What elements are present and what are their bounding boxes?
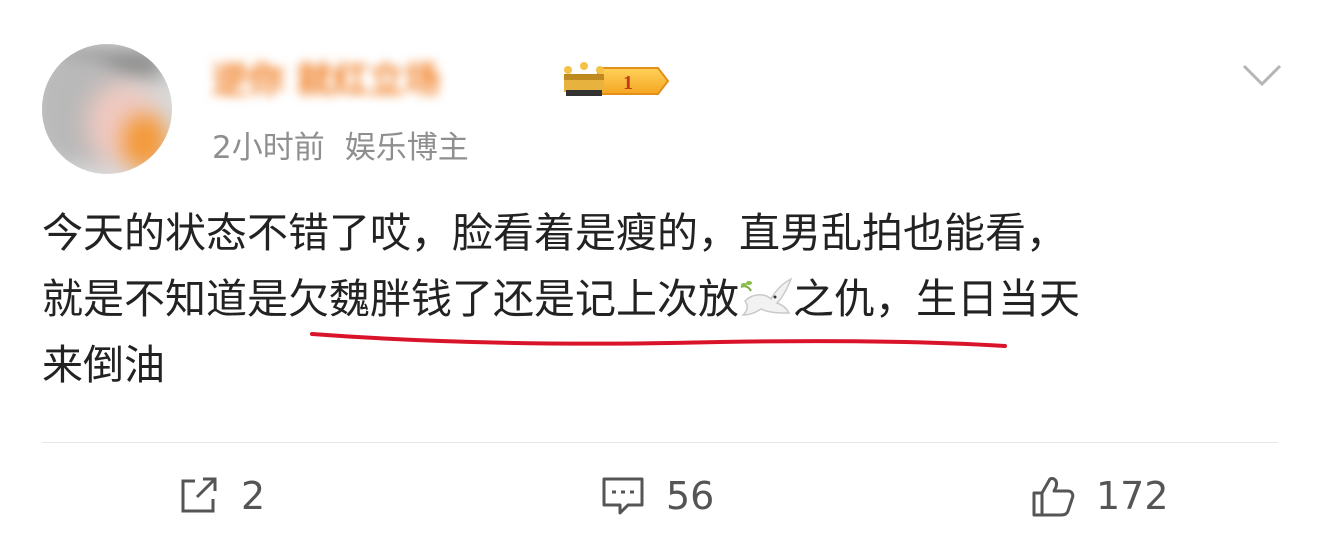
red-annotation-underline <box>310 332 1007 348</box>
comment-count: 56 <box>666 474 715 518</box>
post-time: 2小时前 <box>212 130 325 166</box>
post-content: 今天的状态不错了哎，脸看着是瘦的，直男乱拍也能看， 就是不知道是欠魏胖钱了还是记… <box>42 200 1282 398</box>
dove-emoji-icon <box>740 277 793 316</box>
post-meta: 2小时前 娱乐博主 <box>212 128 469 168</box>
repost-button[interactable]: 2 <box>175 470 265 522</box>
username[interactable]: 逆你 就红立场 <box>212 58 552 104</box>
like-button[interactable]: 172 <box>1030 470 1169 522</box>
content-line-2a: 就是不知道是欠魏胖钱了还是记上次放 <box>42 275 739 323</box>
thumbs-up-icon <box>1032 477 1075 517</box>
author-role: 娱乐博主 <box>344 130 469 166</box>
divider <box>42 442 1278 443</box>
comment-icon <box>602 477 644 515</box>
repost-icon <box>181 477 217 513</box>
chevron-down-icon[interactable] <box>1240 60 1284 90</box>
crown-level-badge-icon: 1 <box>564 62 670 96</box>
content-line-2b: 之仇，生日当天 <box>793 275 1080 323</box>
content-line-1: 今天的状态不错了哎，脸看着是瘦的，直男乱拍也能看， <box>42 209 1067 257</box>
svg-text:1: 1 <box>623 72 633 94</box>
avatar[interactable] <box>42 44 172 174</box>
repost-count: 2 <box>241 474 266 518</box>
comment-button[interactable]: 56 <box>600 470 714 522</box>
like-count: 172 <box>1096 474 1169 518</box>
